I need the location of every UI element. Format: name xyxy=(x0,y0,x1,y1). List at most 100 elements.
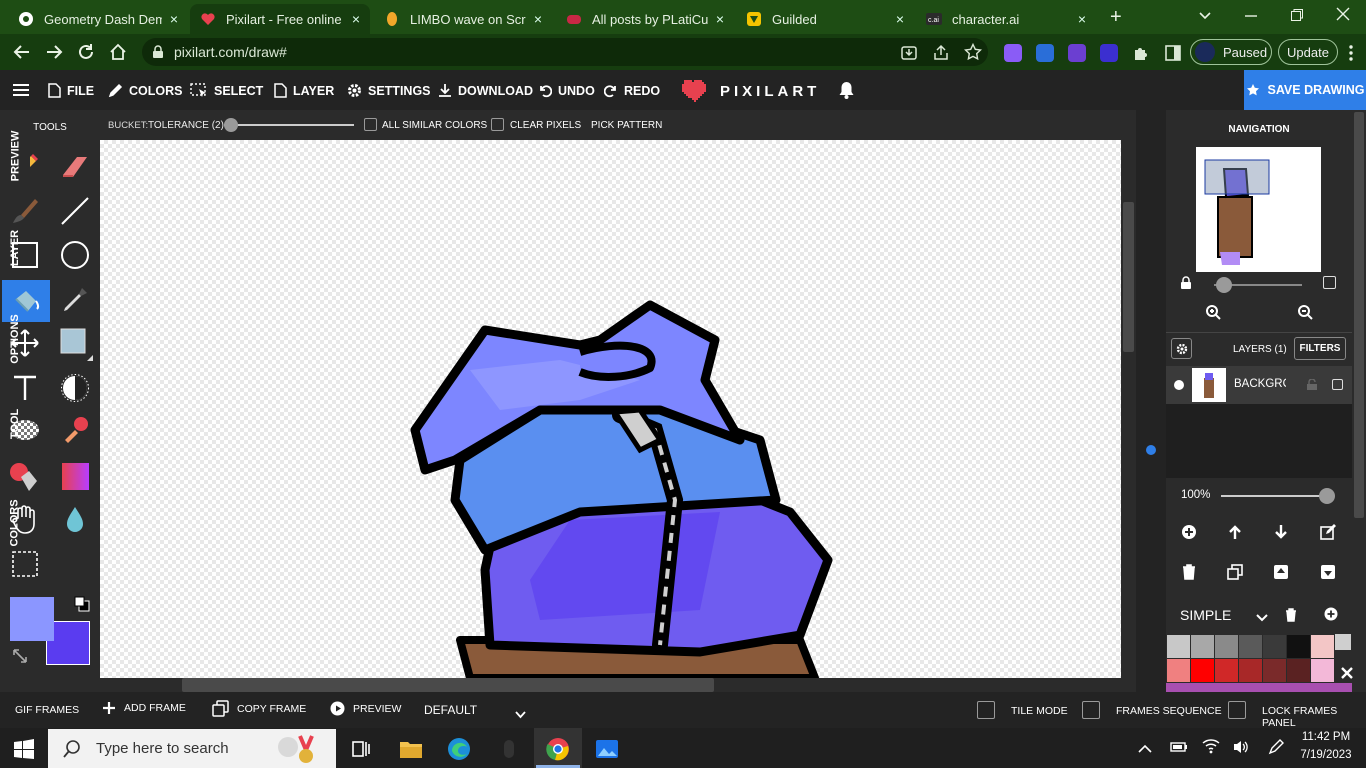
back-icon[interactable] xyxy=(10,40,34,64)
swap-colors-icon[interactable] xyxy=(12,648,28,669)
vertical-scroll-thumb[interactable] xyxy=(1123,202,1134,352)
more-menu-icon[interactable] xyxy=(1348,44,1354,67)
taskbar-search-box[interactable]: Type here to search xyxy=(48,729,336,768)
taskbar-date[interactable]: 7/19/2023 xyxy=(1296,749,1356,761)
close-icon[interactable]: × xyxy=(352,11,360,27)
tolerance-slider-thumb[interactable] xyxy=(223,118,238,132)
photos-icon[interactable] xyxy=(594,736,620,762)
file-explorer-icon[interactable] xyxy=(398,736,424,762)
tab-pixilart[interactable]: Pixilart - Free online pi × xyxy=(190,4,370,34)
menu-colors[interactable]: COLORS xyxy=(108,83,182,98)
palette-swatch[interactable] xyxy=(1191,659,1214,682)
gradient-tool[interactable] xyxy=(55,456,95,496)
side-tab-tool[interactable]: TOOL xyxy=(0,394,30,454)
blur-tool[interactable] xyxy=(55,500,95,540)
tab-limbo-scratch[interactable]: LIMBO wave on Scratc × xyxy=(374,4,552,34)
battery-icon[interactable] xyxy=(1170,740,1188,759)
close-icon[interactable]: × xyxy=(896,11,904,27)
move-layer-up-icon[interactable] xyxy=(1225,522,1245,542)
palette-swatch[interactable] xyxy=(1239,659,1262,682)
menu-file[interactable]: FILE xyxy=(48,83,94,98)
add-layer-icon[interactable] xyxy=(1179,522,1199,542)
menu-select[interactable]: SELECT xyxy=(190,83,263,98)
chrome-icon[interactable] xyxy=(545,736,571,762)
navigation-preview[interactable] xyxy=(1196,147,1321,272)
drawing-canvas[interactable] xyxy=(100,140,1121,678)
right-panel-scroll-thumb[interactable] xyxy=(1354,112,1364,518)
edge-icon[interactable] xyxy=(446,736,472,762)
horizontal-scroll-thumb[interactable] xyxy=(182,678,714,692)
window-close-icon[interactable] xyxy=(1336,7,1350,26)
preview-animation-button[interactable]: PREVIEW xyxy=(330,701,401,716)
palette-name[interactable]: SIMPLE xyxy=(1180,607,1231,623)
duplicate-layer-icon[interactable] xyxy=(1225,562,1245,582)
canvas-horizontal-scrollbar[interactable] xyxy=(100,678,1136,692)
move-layer-down-icon[interactable] xyxy=(1271,522,1291,542)
eraser-tool[interactable] xyxy=(55,147,95,187)
url-text[interactable]: pixilart.com/draw# xyxy=(174,44,287,60)
selection-tool[interactable] xyxy=(55,323,95,363)
show-hidden-icons-chevron-icon[interactable] xyxy=(1138,741,1152,759)
layer-lock-icon[interactable] xyxy=(1306,378,1318,396)
palette-swatch[interactable] xyxy=(1311,635,1334,658)
lock-frames-checkbox[interactable] xyxy=(1228,701,1246,719)
preview-toggle-checkbox[interactable] xyxy=(1323,276,1336,289)
lock-icon[interactable] xyxy=(152,45,164,64)
new-tab-button[interactable]: + xyxy=(1110,6,1122,29)
lock-preview-icon[interactable] xyxy=(1180,276,1192,295)
preview-opacity-slider[interactable] xyxy=(1214,277,1302,293)
extension-purple-icon[interactable] xyxy=(1004,44,1022,62)
tab-guilded[interactable]: Guilded × xyxy=(736,4,914,34)
all-similar-colors-checkbox[interactable] xyxy=(364,118,377,131)
menu-redo[interactable]: REDO xyxy=(604,83,660,98)
reload-icon[interactable] xyxy=(74,40,98,64)
clear-pixels-checkbox[interactable] xyxy=(491,118,504,131)
frames-sequence-checkbox[interactable] xyxy=(1082,701,1100,719)
palette-swatch[interactable] xyxy=(1287,635,1310,658)
restore-icon[interactable] xyxy=(1290,8,1304,27)
filters-button[interactable]: FILTERS xyxy=(1294,337,1346,360)
default-colors-icon[interactable] xyxy=(74,596,90,617)
circle-tool[interactable] xyxy=(55,235,95,275)
close-icon[interactable]: × xyxy=(716,11,724,27)
pixel-art-drawing[interactable] xyxy=(100,140,1121,678)
palette-swatch[interactable] xyxy=(1263,659,1286,682)
side-panel-icon[interactable] xyxy=(1164,44,1182,67)
hamburger-menu-icon[interactable] xyxy=(13,83,29,102)
merge-up-icon[interactable] xyxy=(1271,562,1291,582)
layer-row[interactable]: BACKGROUI xyxy=(1166,366,1352,404)
add-palette-icon[interactable] xyxy=(1324,607,1338,626)
lighten-tool[interactable] xyxy=(55,368,95,408)
extension-c-icon[interactable] xyxy=(1100,44,1118,62)
layer-settings-button[interactable] xyxy=(1171,338,1192,359)
install-app-icon[interactable] xyxy=(900,44,918,67)
update-button[interactable]: Update xyxy=(1278,39,1338,65)
canvas-vertical-scrollbar[interactable] xyxy=(1121,140,1136,678)
primary-color-swatch[interactable] xyxy=(10,597,54,641)
palette-swatch[interactable] xyxy=(1167,635,1190,658)
task-view-icon[interactable] xyxy=(348,736,374,762)
menu-settings[interactable]: SETTINGS xyxy=(347,83,431,98)
palette-dropdown-chevron-icon[interactable] xyxy=(1256,610,1268,628)
side-tab-colors[interactable]: COLORS xyxy=(0,480,30,566)
merge-down-icon[interactable] xyxy=(1318,562,1338,582)
pen-icon[interactable] xyxy=(1268,739,1284,760)
close-icon[interactable]: × xyxy=(1078,11,1086,27)
palette-swatch[interactable] xyxy=(1215,659,1238,682)
layer-select-checkbox[interactable] xyxy=(1332,379,1343,390)
taskbar-time[interactable]: 11:42 PM xyxy=(1296,731,1356,743)
palette-swatch[interactable] xyxy=(1239,635,1262,658)
mouse-app-icon[interactable] xyxy=(496,736,522,762)
windows-start-icon[interactable] xyxy=(14,739,34,764)
tab-geometry-dash[interactable]: Geometry Dash Demo × xyxy=(8,4,188,34)
zoom-out-icon[interactable] xyxy=(1295,302,1315,322)
notifications-bell-icon[interactable] xyxy=(838,81,855,104)
palette-swatch[interactable] xyxy=(1311,659,1334,682)
home-icon[interactable] xyxy=(106,40,130,64)
palette-swatch-extra[interactable] xyxy=(1335,634,1351,650)
line-tool[interactable] xyxy=(55,191,95,231)
minimize-icon[interactable] xyxy=(1244,8,1258,27)
right-panel-scrollbar[interactable] xyxy=(1352,110,1366,692)
volume-icon[interactable] xyxy=(1232,739,1250,760)
add-frame-button[interactable]: ADD FRAME xyxy=(102,701,186,715)
